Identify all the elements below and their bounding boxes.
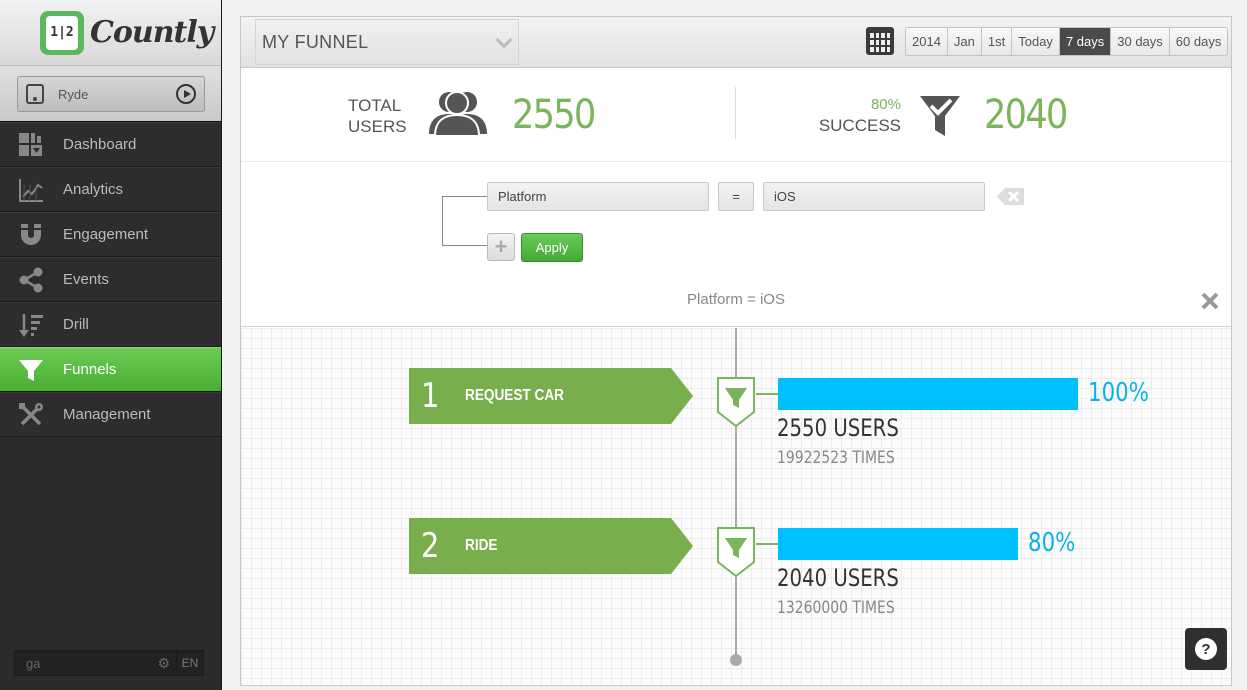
remove-filter-icon[interactable] — [997, 187, 1025, 206]
sidebar-item-funnels[interactable]: Funnels — [0, 347, 221, 392]
sidebar-item-management[interactable]: Management — [0, 392, 221, 437]
filter-summary: Platform = iOS — [687, 291, 785, 308]
sidebar: 1|2 Countly Ryde Dashboard Analytics Eng… — [0, 0, 222, 690]
help-icon: ? — [1195, 638, 1217, 660]
date-button-7-days[interactable]: 7 days — [1059, 28, 1112, 55]
funnel-name: MY FUNNEL — [262, 31, 369, 52]
step-users: 2550 USERS — [777, 414, 899, 442]
funnel-step-icon — [716, 376, 756, 428]
sidebar-item-label: Management — [63, 406, 151, 423]
panel-header: MY FUNNEL 2014 Jan 1st Today 7 days 30 d… — [241, 17, 1231, 68]
date-button-1st[interactable]: 1st — [981, 28, 1013, 55]
success-users-value: 2040 — [984, 92, 1068, 138]
sidebar-search-value: ga — [26, 655, 41, 671]
date-button-30-days[interactable]: 30 days — [1111, 28, 1170, 55]
calendar-icon[interactable] — [866, 27, 894, 55]
sidebar-footer: ga ⚙ EN — [14, 650, 204, 676]
step-number: 1 — [421, 376, 440, 416]
funnel-step-banner: 1 REQUEST CAR — [409, 368, 694, 424]
logo-badge-icon: 1|2 — [40, 10, 84, 55]
sidebar-item-label: Dashboard — [63, 136, 137, 153]
filter-operator-select[interactable]: = — [718, 182, 754, 211]
funnel-step-icon — [716, 526, 756, 578]
sidebar-item-label: Events — [63, 271, 109, 288]
tools-icon — [16, 400, 46, 430]
funnel-selector[interactable]: MY FUNNEL — [255, 19, 519, 65]
step-connector — [756, 393, 778, 395]
date-button-60-days[interactable]: 60 days — [1169, 28, 1228, 55]
stats-divider — [735, 87, 736, 139]
app-selector[interactable]: Ryde — [17, 76, 205, 112]
close-icon[interactable] — [1200, 291, 1220, 311]
magnet-icon — [16, 220, 46, 250]
logo-text: Countly — [90, 15, 214, 50]
funnel-check-icon — [919, 92, 961, 145]
step-bar — [778, 528, 1018, 560]
total-users-value: 2550 — [512, 92, 596, 138]
share-icon — [16, 265, 46, 295]
sidebar-item-drill[interactable]: Drill — [0, 302, 221, 347]
step-times: 13260000 TIMES — [777, 598, 895, 618]
funnel-icon — [16, 355, 46, 385]
total-users-label: TOTAL USERS — [348, 95, 407, 137]
date-button-today[interactable]: Today — [1012, 28, 1060, 55]
filter-value-select[interactable]: iOS — [763, 182, 985, 211]
step-bar-track — [778, 378, 1078, 410]
chevron-down-icon — [495, 31, 513, 49]
apply-button[interactable]: Apply — [521, 233, 583, 262]
date-button-2014[interactable]: 2014 — [906, 28, 948, 55]
step-number: 2 — [421, 526, 440, 566]
sidebar-item-label: Analytics — [63, 181, 124, 198]
phone-icon — [26, 84, 44, 104]
funnel-stats: TOTAL USERS 2550 80% SUCCESS 2040 — [241, 68, 1231, 162]
analytics-icon — [16, 175, 46, 205]
play-icon[interactable] — [176, 84, 196, 104]
date-button-jan[interactable]: Jan — [947, 28, 982, 55]
sidebar-item-label: Engagement — [63, 226, 149, 243]
step-bar — [778, 378, 1078, 410]
step-users: 2040 USERS — [777, 564, 899, 592]
add-filter-button[interactable]: + — [487, 233, 515, 261]
funnel-panel: MY FUNNEL 2014 Jan 1st Today 7 days 30 d… — [240, 16, 1232, 686]
dashboard-icon — [16, 130, 46, 160]
sidebar-item-dashboard[interactable]: Dashboard — [0, 122, 221, 167]
filter-property-select[interactable]: Platform — [487, 182, 709, 211]
step-percent: 100% — [1088, 378, 1149, 408]
logo[interactable]: 1|2 Countly — [0, 0, 221, 66]
language-selector[interactable]: EN — [177, 650, 204, 676]
sidebar-item-label: Drill — [63, 316, 89, 333]
sidebar-search-input[interactable]: ga ⚙ — [14, 650, 177, 676]
app-name: Ryde — [58, 86, 89, 102]
total-label-line2: USERS — [348, 117, 407, 136]
sidebar-item-analytics[interactable]: Analytics — [0, 167, 221, 212]
step-name: REQUEST CAR — [465, 387, 564, 404]
drill-icon — [16, 310, 46, 340]
users-icon — [427, 90, 489, 143]
date-range-selector: 2014 Jan 1st Today 7 days 30 days 60 day… — [905, 27, 1229, 56]
funnel-chart-area: 1 REQUEST CAR 100% 2550 USERS 19922523 T… — [241, 328, 1231, 685]
sidebar-item-events[interactable]: Events — [0, 257, 221, 302]
funnel-step-banner: 2 RIDE — [409, 518, 694, 574]
step-times: 19922523 TIMES — [777, 448, 895, 468]
step-percent: 80% — [1028, 528, 1076, 558]
gear-icon[interactable]: ⚙ — [157, 655, 170, 672]
app-selector-area: Ryde — [0, 66, 221, 122]
timeline-end-dot — [730, 654, 742, 666]
step-name: RIDE — [465, 537, 498, 554]
filter-bracket — [442, 196, 488, 246]
sidebar-item-engagement[interactable]: Engagement — [0, 212, 221, 257]
success-percent: 80% — [870, 96, 901, 113]
total-label-line1: TOTAL — [348, 96, 402, 115]
step-connector — [756, 543, 778, 545]
filter-section: Platform = iOS + Apply Platform = iOS — [241, 162, 1231, 327]
success-label: SUCCESS — [818, 116, 901, 135]
help-button[interactable]: ? — [1185, 628, 1227, 670]
sidebar-item-label: Funnels — [63, 361, 117, 378]
